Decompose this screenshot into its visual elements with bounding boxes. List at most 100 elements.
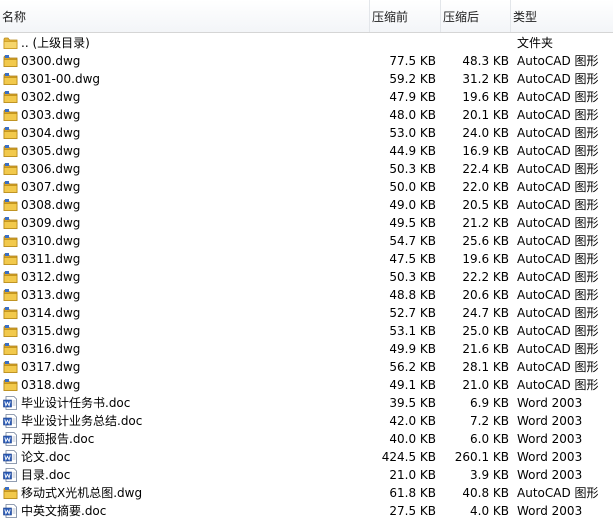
dwg-file-icon — [3, 234, 18, 248]
file-size-after: 19.6 KB — [462, 252, 509, 266]
file-size-before: 54.7 KB — [389, 234, 436, 248]
file-size-before: 47.5 KB — [389, 252, 436, 266]
file-size-after: 21.6 KB — [462, 342, 509, 356]
file-row[interactable]: .. (上级目录) 文件夹 — [0, 34, 613, 52]
dwg-file-icon — [3, 360, 18, 374]
file-size-before: 48.0 KB — [389, 108, 436, 122]
file-name: 0306.dwg — [21, 162, 81, 176]
file-name: 0316.dwg — [21, 342, 81, 356]
dwg-file-icon — [3, 108, 18, 122]
file-name: 0307.dwg — [21, 180, 81, 194]
file-size-before: 53.1 KB — [389, 324, 436, 338]
file-name: 移动式X光机总图.dwg — [21, 486, 143, 500]
file-row[interactable]: 移动式X光机总图.dwg 61.8 KB 40.8 KB AutoCAD 图形 — [0, 484, 613, 502]
file-size-after: 25.6 KB — [462, 234, 509, 248]
file-row[interactable]: 0300.dwg 77.5 KB 48.3 KB AutoCAD 图形 — [0, 52, 613, 70]
file-type: AutoCAD 图形 — [517, 216, 599, 230]
file-type: AutoCAD 图形 — [517, 378, 599, 392]
file-type: Word 2003 — [517, 396, 583, 410]
file-size-after: 24.0 KB — [462, 126, 509, 140]
file-size-after: 22.0 KB — [462, 180, 509, 194]
dwg-file-icon — [3, 144, 18, 158]
file-row[interactable]: 0317.dwg 56.2 KB 28.1 KB AutoCAD 图形 — [0, 358, 613, 376]
file-row[interactable]: 0315.dwg 53.1 KB 25.0 KB AutoCAD 图形 — [0, 322, 613, 340]
file-size-after: 20.5 KB — [462, 198, 509, 212]
file-name: 0304.dwg — [21, 126, 81, 140]
file-size-before: 49.0 KB — [389, 198, 436, 212]
file-size-after: 28.1 KB — [462, 360, 509, 374]
file-size-before: 52.7 KB — [389, 306, 436, 320]
file-name: 0309.dwg — [21, 216, 81, 230]
file-row[interactable]: 中英文摘要.doc 27.5 KB 4.0 KB Word 2003 — [0, 502, 613, 520]
file-row[interactable]: 毕业设计任务书.doc 39.5 KB 6.9 KB Word 2003 — [0, 394, 613, 412]
file-name: 论文.doc — [21, 450, 71, 464]
file-size-after: 24.7 KB — [462, 306, 509, 320]
word-doc-icon — [3, 504, 18, 518]
file-size-after: 4.0 KB — [470, 504, 509, 518]
column-header-size-after[interactable]: 压缩后 — [440, 0, 510, 32]
file-size-after: 3.9 KB — [470, 468, 509, 482]
file-row[interactable]: 0301-00.dwg 59.2 KB 31.2 KB AutoCAD 图形 — [0, 70, 613, 88]
file-row[interactable]: 0307.dwg 50.0 KB 22.0 KB AutoCAD 图形 — [0, 178, 613, 196]
file-type: Word 2003 — [517, 504, 583, 518]
file-row[interactable]: 开题报告.doc 40.0 KB 6.0 KB Word 2003 — [0, 430, 613, 448]
file-list: .. (上级目录) 文件夹 0300.dwg 77.5 KB 48.3 KB AutoCA… — [0, 34, 613, 520]
file-name: 0300.dwg — [21, 54, 81, 68]
file-row[interactable]: 0304.dwg 53.0 KB 24.0 KB AutoCAD 图形 — [0, 124, 613, 142]
file-row[interactable]: 0309.dwg 49.5 KB 21.2 KB AutoCAD 图形 — [0, 214, 613, 232]
file-row[interactable]: 0306.dwg 50.3 KB 22.4 KB AutoCAD 图形 — [0, 160, 613, 178]
file-type: Word 2003 — [517, 468, 583, 482]
dwg-file-icon — [3, 162, 18, 176]
file-size-before: 56.2 KB — [389, 360, 436, 374]
file-row[interactable]: 0308.dwg 49.0 KB 20.5 KB AutoCAD 图形 — [0, 196, 613, 214]
file-size-after: 16.9 KB — [462, 144, 509, 158]
file-row[interactable]: 0305.dwg 44.9 KB 16.9 KB AutoCAD 图形 — [0, 142, 613, 160]
file-type: Word 2003 — [517, 414, 583, 428]
dwg-file-icon — [3, 90, 18, 104]
file-size-after: 20.6 KB — [462, 288, 509, 302]
file-row[interactable]: 0311.dwg 47.5 KB 19.6 KB AutoCAD 图形 — [0, 250, 613, 268]
word-doc-icon — [3, 468, 18, 482]
file-row[interactable]: 论文.doc 424.5 KB 260.1 KB Word 2003 — [0, 448, 613, 466]
column-header-size-before[interactable]: 压缩前 — [369, 0, 440, 32]
file-size-after: 6.9 KB — [470, 396, 509, 410]
column-header: 名称 压缩前 压缩后 类型 — [0, 0, 613, 33]
file-size-before: 50.0 KB — [389, 180, 436, 194]
file-size-before: 21.0 KB — [389, 468, 436, 482]
file-size-before: 50.3 KB — [389, 162, 436, 176]
file-type: Word 2003 — [517, 432, 583, 446]
file-size-after: 48.3 KB — [462, 54, 509, 68]
file-type: AutoCAD 图形 — [517, 270, 599, 284]
file-size-before: 27.5 KB — [389, 504, 436, 518]
file-row[interactable]: 0313.dwg 48.8 KB 20.6 KB AutoCAD 图形 — [0, 286, 613, 304]
file-row[interactable]: 0302.dwg 47.9 KB 19.6 KB AutoCAD 图形 — [0, 88, 613, 106]
file-type: AutoCAD 图形 — [517, 306, 599, 320]
dwg-file-icon — [3, 270, 18, 284]
file-row[interactable]: 0312.dwg 50.3 KB 22.2 KB AutoCAD 图形 — [0, 268, 613, 286]
file-size-after: 21.2 KB — [462, 216, 509, 230]
file-row[interactable]: 0314.dwg 52.7 KB 24.7 KB AutoCAD 图形 — [0, 304, 613, 322]
file-row[interactable]: 毕业设计业务总结.doc 42.0 KB 7.2 KB Word 2003 — [0, 412, 613, 430]
dwg-file-icon — [3, 306, 18, 320]
file-size-after: 31.2 KB — [462, 72, 509, 86]
file-type: AutoCAD 图形 — [517, 126, 599, 140]
file-row[interactable]: 0310.dwg 54.7 KB 25.6 KB AutoCAD 图形 — [0, 232, 613, 250]
file-name: 0310.dwg — [21, 234, 81, 248]
file-name: 0318.dwg — [21, 378, 81, 392]
column-header-name[interactable]: 名称 — [0, 0, 369, 32]
file-type: Word 2003 — [517, 450, 583, 464]
file-name: 0301-00.dwg — [21, 72, 101, 86]
file-name: 开题报告.doc — [21, 432, 95, 446]
file-type: AutoCAD 图形 — [517, 198, 599, 212]
word-doc-icon — [3, 396, 18, 410]
file-name: 中英文摘要.doc — [21, 504, 107, 518]
file-row[interactable]: 0318.dwg 49.1 KB 21.0 KB AutoCAD 图形 — [0, 376, 613, 394]
file-row[interactable]: 目录.doc 21.0 KB 3.9 KB Word 2003 — [0, 466, 613, 484]
file-name: 0314.dwg — [21, 306, 81, 320]
file-size-before: 59.2 KB — [389, 72, 436, 86]
file-name: 0317.dwg — [21, 360, 81, 374]
file-size-before: 50.3 KB — [389, 270, 436, 284]
column-header-type[interactable]: 类型 — [510, 0, 613, 32]
file-row[interactable]: 0316.dwg 49.9 KB 21.6 KB AutoCAD 图形 — [0, 340, 613, 358]
file-row[interactable]: 0303.dwg 48.0 KB 20.1 KB AutoCAD 图形 — [0, 106, 613, 124]
